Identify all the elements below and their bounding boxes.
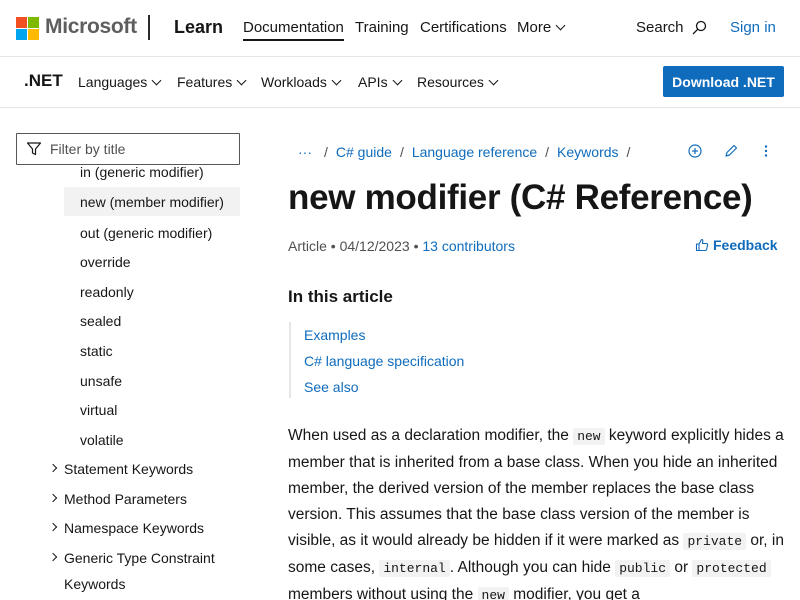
- chevron-down-icon: [555, 20, 566, 31]
- text-run: modifier, you get a: [508, 586, 640, 600]
- header-divider: [148, 15, 150, 40]
- article-type: Article: [288, 238, 327, 254]
- toc-item[interactable]: unsafe: [80, 373, 122, 389]
- toc-item[interactable]: out (generic modifier): [80, 225, 212, 241]
- in-article-link-see-also[interactable]: See also: [304, 379, 358, 395]
- text-run: members without using the: [288, 586, 478, 600]
- subnav-features[interactable]: Features: [177, 74, 247, 90]
- toc-item[interactable]: override: [80, 254, 131, 270]
- article-date: 04/12/2023: [339, 238, 410, 254]
- search-label: Search: [636, 19, 684, 36]
- inline-code: private: [683, 533, 747, 550]
- toc-item[interactable]: virtual: [80, 402, 117, 418]
- in-this-article-heading: In this article: [288, 287, 393, 306]
- chevron-right-icon: [48, 493, 58, 503]
- breadcrumb-more[interactable]: ···: [298, 144, 312, 160]
- chevron-right-icon: [48, 522, 58, 532]
- meta-bullet: •: [330, 238, 340, 254]
- add-to-collection-icon[interactable]: [687, 143, 703, 159]
- toc-group[interactable]: Namespace Keywords: [64, 520, 204, 536]
- subnav-label: Languages: [78, 74, 148, 90]
- subnav-label: Features: [177, 74, 233, 90]
- chevron-down-icon: [236, 75, 247, 86]
- edit-pencil-icon[interactable]: [723, 143, 739, 159]
- subnav-label: APIs: [358, 74, 388, 90]
- nav-certifications[interactable]: Certifications: [420, 19, 507, 36]
- subnav-workloads[interactable]: Workloads: [261, 74, 342, 90]
- filter-placeholder: Filter by title: [50, 141, 126, 157]
- page-title: new modifier (C# Reference): [288, 178, 753, 217]
- toc-item-selected[interactable]: new (member modifier): [64, 187, 240, 216]
- sign-in-link[interactable]: Sign in: [730, 19, 776, 36]
- inline-code: new: [477, 587, 509, 600]
- toc-item[interactable]: readonly: [80, 284, 134, 300]
- inline-code: new: [573, 428, 605, 445]
- in-article-link-spec[interactable]: C# language specification: [304, 353, 464, 369]
- chevron-right-icon: [48, 552, 58, 562]
- chevron-down-icon: [151, 75, 162, 86]
- chevron-right-icon: [48, 463, 58, 473]
- chevron-down-icon: [392, 75, 403, 86]
- breadcrumb-item[interactable]: Language reference: [412, 144, 537, 160]
- breadcrumb: ··· / C# guide / Language reference / Keywords…: [298, 144, 631, 160]
- breadcrumb-item[interactable]: Keywords: [557, 144, 618, 160]
- nav-training[interactable]: Training: [355, 19, 409, 36]
- breadcrumb-item[interactable]: C# guide: [336, 144, 392, 160]
- search-icon: [691, 20, 707, 36]
- toc-group[interactable]: Generic Type Constraint: [64, 550, 215, 566]
- more-options-icon[interactable]: [758, 143, 774, 159]
- learn-home-link[interactable]: Learn: [174, 17, 223, 38]
- text-run: When used as a declaration modifier, the: [288, 427, 574, 444]
- inline-code: internal: [379, 560, 450, 577]
- toc-item[interactable]: volatile: [80, 432, 124, 448]
- filter-icon: [26, 142, 42, 156]
- chevron-down-icon: [488, 75, 499, 86]
- contributors-link[interactable]: 13 contributors: [422, 238, 515, 254]
- inline-code: public: [615, 560, 671, 577]
- global-header: Microsoft Learn Documentation Training C…: [0, 0, 800, 57]
- in-article-rail: [289, 322, 291, 398]
- nav-documentation[interactable]: Documentation: [243, 19, 344, 41]
- text-run: or: [670, 559, 693, 576]
- microsoft-logo-icon[interactable]: [16, 17, 39, 40]
- product-title[interactable]: .NET: [24, 71, 63, 91]
- inline-code: protected: [692, 560, 771, 577]
- download-dotnet-button[interactable]: Download .NET: [663, 66, 784, 97]
- toc-group[interactable]: Method Parameters: [64, 491, 187, 507]
- product-header: .NET Languages Features Workloads APIs R…: [0, 57, 800, 108]
- in-article-link-examples[interactable]: Examples: [304, 327, 365, 343]
- feedback-label: Feedback: [713, 237, 778, 253]
- text-run: . Although you can hide: [449, 559, 616, 576]
- toc-group-continued[interactable]: Keywords: [64, 576, 125, 592]
- text-run: keyword explicitly hides a member that i…: [288, 427, 784, 549]
- chevron-down-icon: [331, 75, 342, 86]
- article-paragraph: When used as a declaration modifier, the…: [288, 423, 788, 600]
- subnav-apis[interactable]: APIs: [358, 74, 403, 90]
- toc-tree: in (generic modifier) new (member modifi…: [0, 165, 260, 600]
- filter-input[interactable]: Filter by title: [16, 133, 240, 165]
- toc-item[interactable]: in (generic modifier): [80, 165, 204, 180]
- search-button[interactable]: Search: [636, 19, 707, 36]
- feedback-button[interactable]: Feedback: [695, 237, 778, 253]
- toc-item[interactable]: static: [80, 343, 113, 359]
- thumbs-up-icon: [695, 238, 709, 252]
- nav-more-label: More: [517, 19, 552, 36]
- microsoft-wordmark[interactable]: Microsoft: [45, 15, 137, 39]
- toc-item[interactable]: sealed: [80, 313, 121, 329]
- nav-more[interactable]: More: [517, 19, 566, 36]
- subnav-languages[interactable]: Languages: [78, 74, 162, 90]
- subnav-label: Resources: [417, 74, 484, 90]
- toc-group[interactable]: Statement Keywords: [64, 461, 193, 477]
- subnav-label: Workloads: [261, 74, 327, 90]
- article-meta: Article • 04/12/2023 • 13 contributors: [288, 238, 515, 254]
- subnav-resources[interactable]: Resources: [417, 74, 499, 90]
